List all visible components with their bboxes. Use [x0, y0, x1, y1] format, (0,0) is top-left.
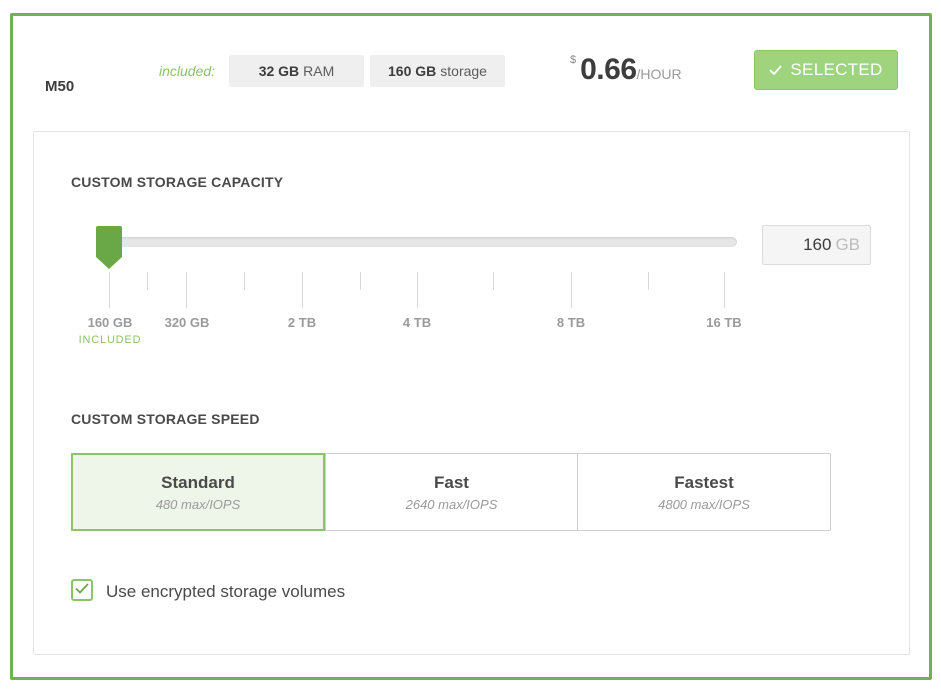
- price-unit: /HOUR: [636, 66, 682, 82]
- tier-name: M50: [45, 78, 75, 95]
- ram-value: 32 GB: [258, 63, 300, 79]
- storage-capacity-title: CUSTOM STORAGE CAPACITY: [71, 174, 284, 190]
- slider-tick: [648, 272, 649, 290]
- encryption-checkbox[interactable]: [71, 579, 93, 601]
- ram-label: RAM: [303, 63, 335, 79]
- tick-label: 160 GB: [87, 315, 133, 330]
- slider-tick: [724, 272, 725, 308]
- slider-tick: [147, 272, 148, 290]
- slider-tick: [302, 272, 303, 308]
- slider-tick: [186, 272, 187, 308]
- slider-tick: [109, 272, 110, 308]
- encryption-label[interactable]: Use encrypted storage volumes: [106, 582, 345, 602]
- checkmark-icon: [75, 581, 89, 599]
- storage-label: storage: [440, 63, 487, 79]
- slider-tick: [417, 272, 418, 308]
- storage-speed-title: CUSTOM STORAGE SPEED: [71, 411, 260, 427]
- slider-tick: [493, 272, 494, 290]
- tick-label: 16 TB: [706, 315, 742, 330]
- selected-button[interactable]: SELECTED: [754, 50, 898, 90]
- slider-tick: [244, 272, 245, 290]
- ram-badge: 32 GB RAM: [229, 55, 364, 87]
- price: $ 0.66 /HOUR: [570, 53, 682, 87]
- storage-capacity-value: 160: [803, 235, 832, 254]
- slider-tick: [360, 272, 361, 290]
- speed-option-iops: 480 max/IOPS: [155, 496, 241, 512]
- price-currency: $: [570, 54, 577, 66]
- tick-label: 2 TB: [287, 315, 317, 330]
- included-tag: INCLUDED: [78, 334, 142, 346]
- tick-label: 4 TB: [402, 315, 432, 330]
- included-label: included:: [159, 63, 216, 79]
- checkmark-icon: [769, 63, 783, 78]
- storage-capacity-unit: GB: [835, 235, 860, 254]
- tick-label: 8 TB: [556, 315, 586, 330]
- storage-config-panel: CUSTOM STORAGE CAPACITY 160 GB 320 GB 2 …: [33, 131, 910, 655]
- slider-tick: [571, 272, 572, 308]
- plan-card: M50 included: 32 GB RAM 160 GB storage $…: [10, 13, 932, 680]
- storage-value: 160 GB: [388, 63, 437, 79]
- storage-slider-track[interactable]: [107, 237, 737, 247]
- speed-option-fastest[interactable]: Fastest 4800 max/IOPS: [577, 453, 831, 531]
- storage-capacity-input[interactable]: 160 GB: [762, 225, 871, 265]
- speed-option-name: Standard: [161, 472, 235, 492]
- storage-slider-thumb[interactable]: [96, 226, 122, 270]
- speed-option-fast[interactable]: Fast 2640 max/IOPS: [325, 453, 578, 531]
- speed-option-name: Fastest: [674, 472, 734, 492]
- storage-badge: 160 GB storage: [370, 55, 505, 87]
- tick-label: 320 GB: [164, 315, 210, 330]
- speed-option-iops: 4800 max/IOPS: [658, 496, 750, 512]
- selected-button-label: SELECTED: [790, 60, 883, 79]
- price-amount: 0.66: [580, 53, 637, 86]
- speed-option-iops: 2640 max/IOPS: [405, 496, 498, 512]
- speed-option-standard[interactable]: Standard 480 max/IOPS: [71, 453, 325, 531]
- speed-option-name: Fast: [434, 472, 469, 492]
